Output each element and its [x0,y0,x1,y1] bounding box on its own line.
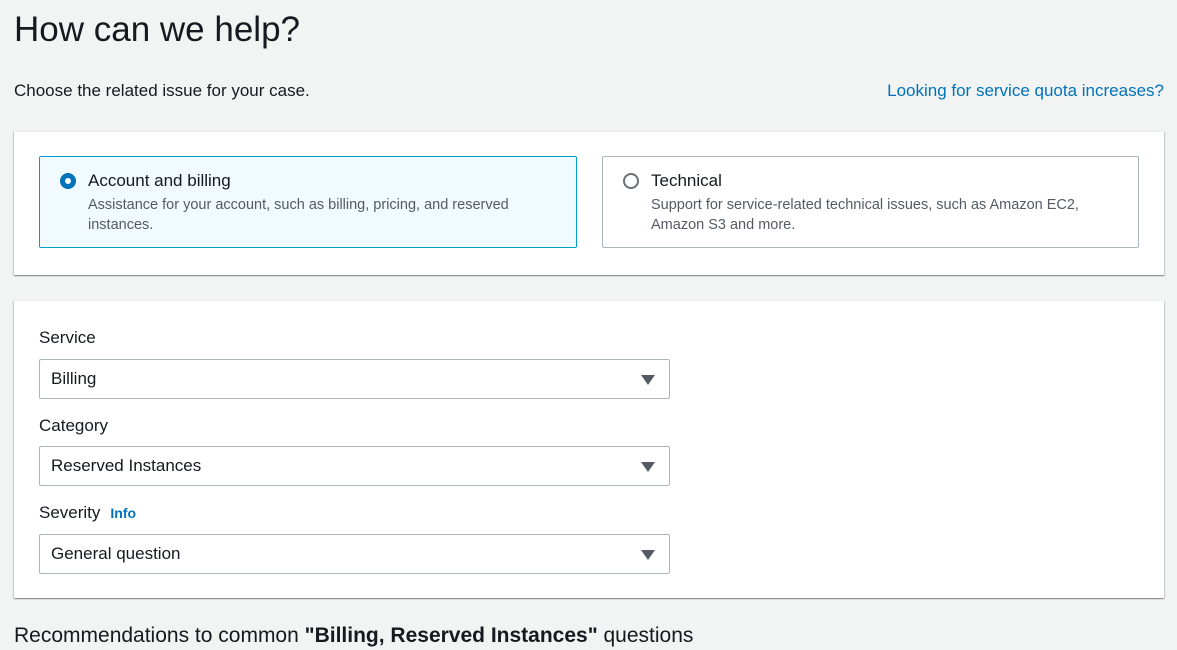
severity-info-link[interactable]: Info [110,502,136,524]
page-description: Choose the related issue for your case. [14,81,310,100]
page-title: How can we help? [14,10,300,49]
recommendations-topic: "Billing, Reserved Instances" [304,624,598,647]
subtitle-row: Choose the related issue for your case. … [14,80,1164,102]
service-select-value: Billing [51,369,97,388]
tile-title: Technical [651,171,722,190]
recommendations-heading: Recommendations to common "Billing, Rese… [14,622,693,650]
issue-type-card: Account and billing Assistance for your … [14,131,1164,275]
tile-description: Assistance for your account, such as bil… [88,197,509,233]
severity-label: Severity [39,503,101,522]
severity-label-row: Severity Info [39,502,136,524]
caret-down-icon [641,375,655,385]
tile-description: Support for service-related technical is… [651,197,1079,233]
tile-title: Account and billing [88,171,231,190]
category-label: Category [39,416,108,435]
category-select-value: Reserved Instances [51,456,202,475]
service-select[interactable]: Billing [39,359,670,399]
recommendations-suffix: questions [597,624,694,647]
caret-down-icon [641,550,655,560]
tile-account-and-billing[interactable]: Account and billing Assistance for your … [39,156,577,248]
recommendations-prefix: Recommendations to common [14,624,305,647]
severity-select[interactable]: General question [39,534,670,574]
case-details-card: Service Billing Category Reserved Instan… [14,300,1164,598]
radio-account-and-billing[interactable] [60,173,76,189]
category-select[interactable]: Reserved Instances [39,446,670,486]
service-label: Service [39,328,96,347]
service-quota-link[interactable]: Looking for service quota increases? [887,80,1164,102]
tile-technical[interactable]: Technical Support for service-related te… [602,156,1139,248]
severity-select-value: General question [51,544,181,563]
caret-down-icon [641,462,655,472]
radio-technical[interactable] [623,173,639,189]
